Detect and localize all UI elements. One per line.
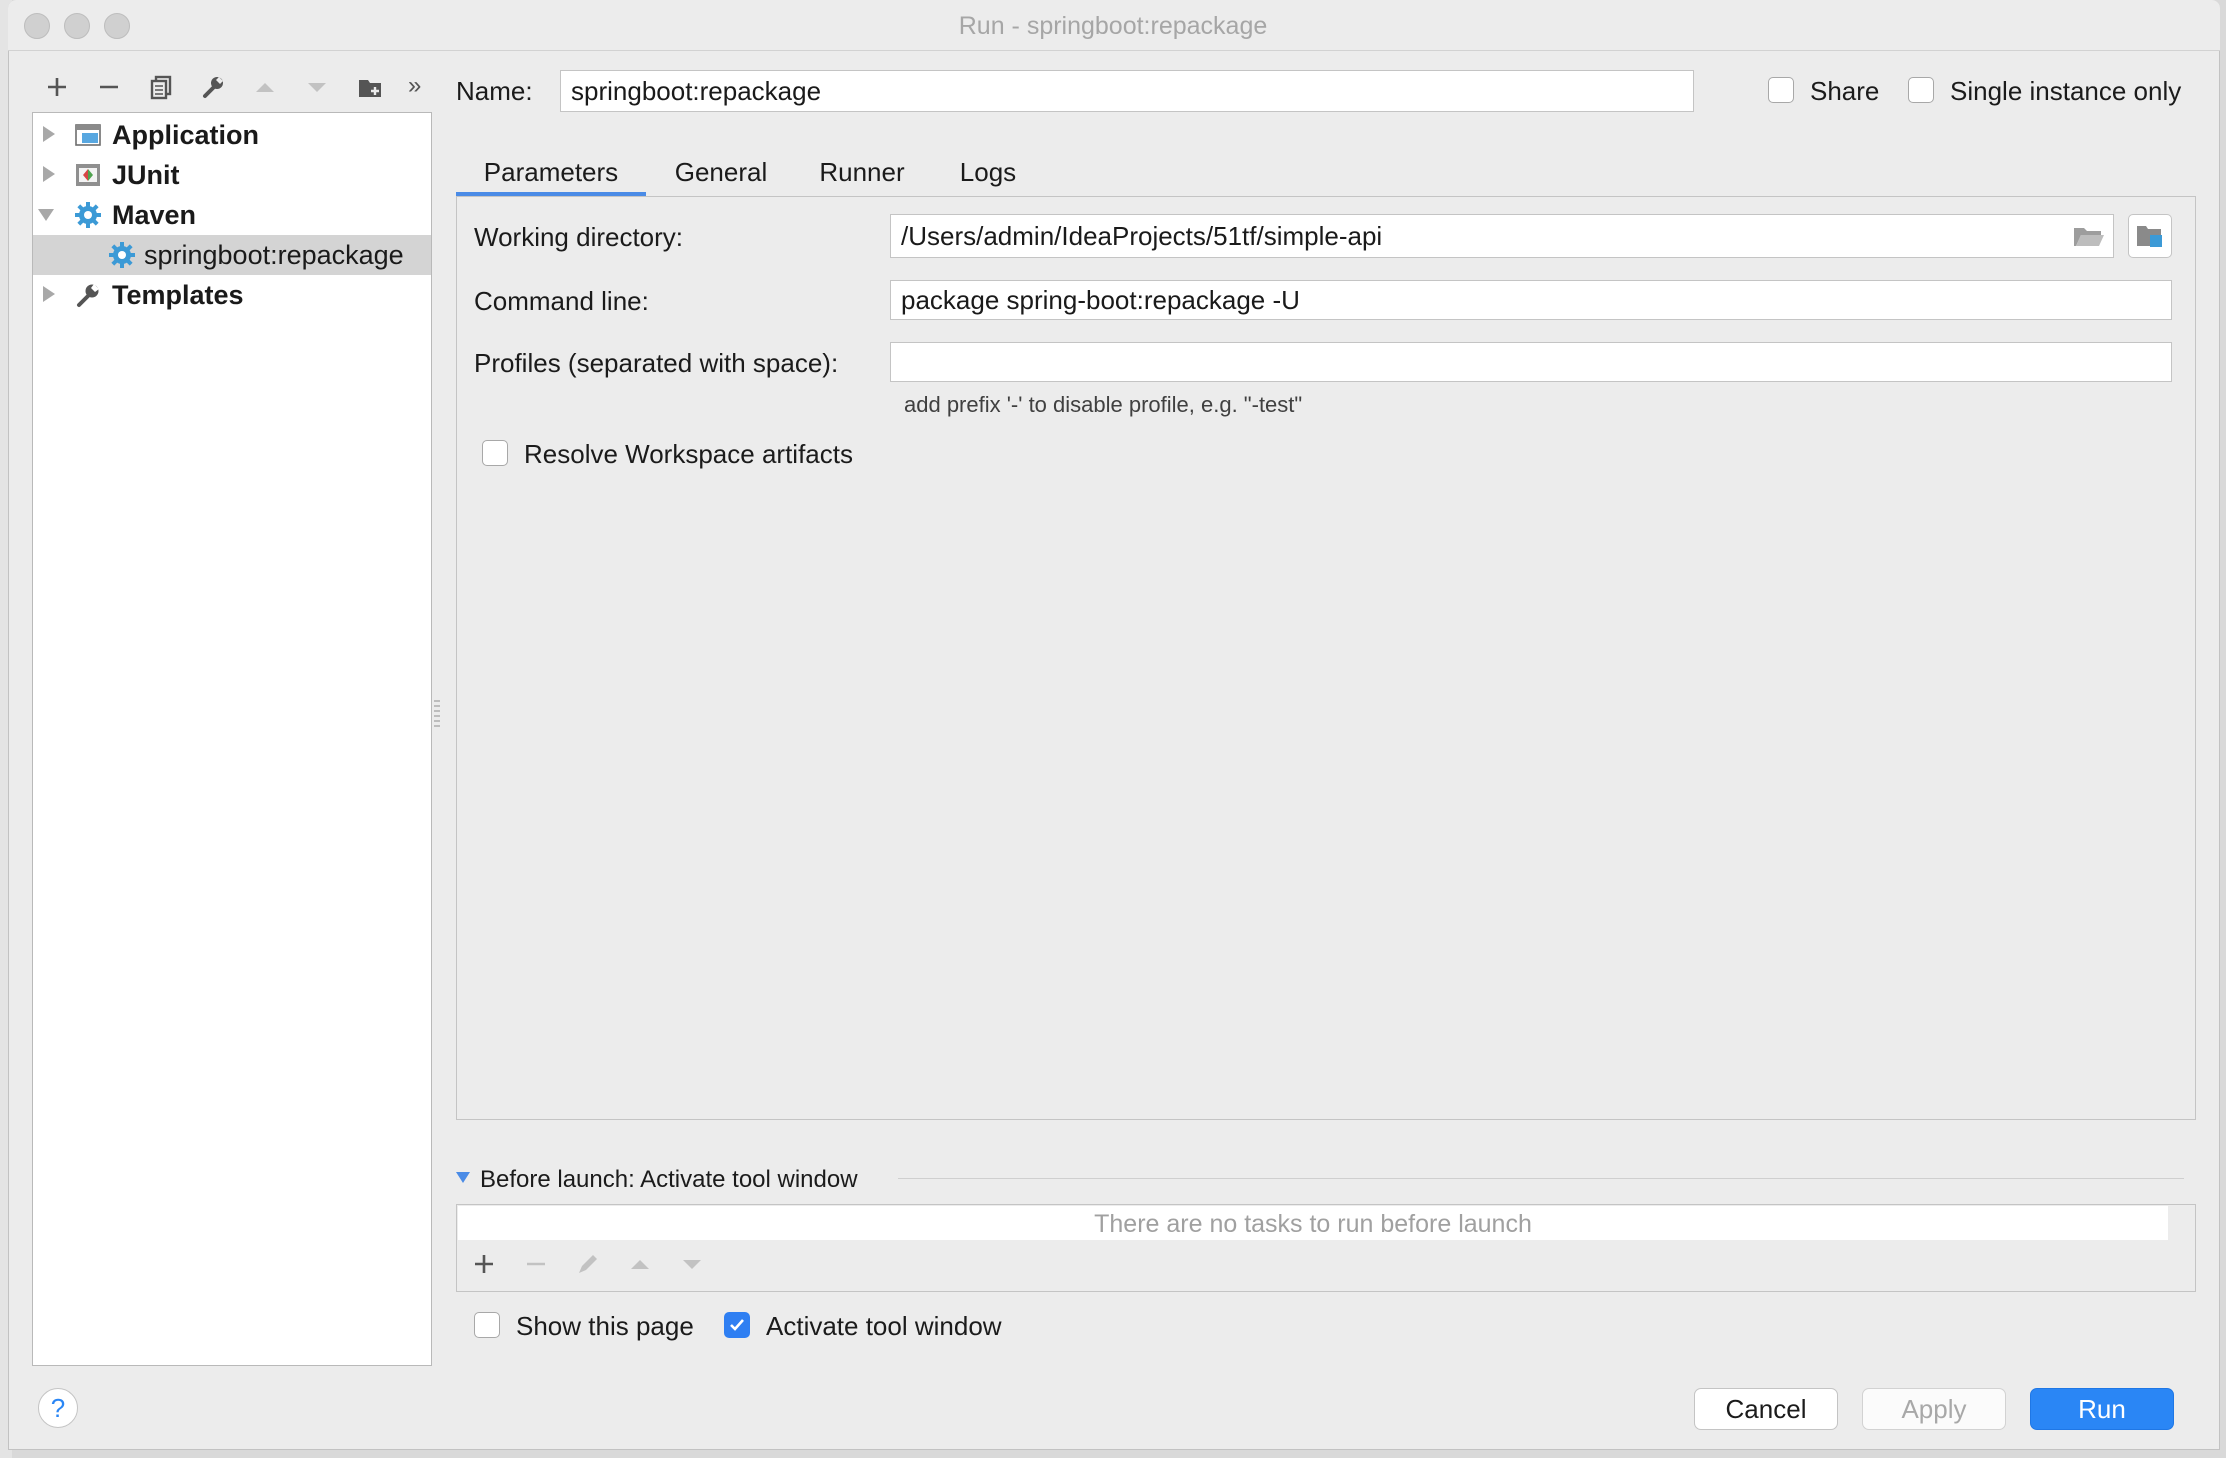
add-icon[interactable] xyxy=(38,68,76,106)
maven-gear-icon xyxy=(73,200,103,230)
folder-open-icon[interactable] xyxy=(2072,222,2106,250)
insert-macro-button[interactable] xyxy=(2128,214,2172,258)
activate-tool-window-label: Activate tool window xyxy=(766,1311,1002,1341)
tree-item-junit[interactable]: JUnit xyxy=(33,155,431,195)
wrench-icon[interactable] xyxy=(194,68,232,106)
profiles-hint: add prefix '-' to disable profile, e.g. … xyxy=(904,392,1303,417)
profiles-label: Profiles (separated with space): xyxy=(474,348,839,378)
move-task-down-icon[interactable] xyxy=(678,1250,706,1278)
working-directory-label: Working directory: xyxy=(474,222,684,252)
command-line-label: Command line: xyxy=(474,286,649,316)
more-icon[interactable]: » xyxy=(408,72,421,100)
tab-general[interactable]: General xyxy=(656,148,786,196)
name-label: Name: xyxy=(456,76,533,106)
run-button[interactable]: Run xyxy=(2030,1388,2174,1430)
folder-macro-icon xyxy=(2137,226,2162,247)
tree-item-springboot-repackage[interactable]: springboot:repackage xyxy=(33,235,431,275)
single-instance-label: Single instance only xyxy=(1950,76,2182,106)
maven-gear-icon xyxy=(107,240,137,270)
folder-add-icon[interactable] xyxy=(352,68,390,106)
move-down-icon[interactable] xyxy=(298,68,336,106)
apply-button[interactable]: Apply xyxy=(1862,1388,2006,1430)
tree-item-maven[interactable]: Maven xyxy=(33,195,431,235)
add-task-icon[interactable] xyxy=(470,1250,498,1278)
splitter-handle[interactable] xyxy=(434,700,440,730)
working-directory-input[interactable]: /Users/admin/IdeaProjects/51tf/simple-ap… xyxy=(890,214,2114,258)
configuration-tree[interactable]: Application JUnit Maven springboot:repac… xyxy=(32,112,432,1366)
tree-item-label: Application xyxy=(112,119,259,150)
expand-arrow-icon[interactable] xyxy=(43,126,55,142)
resolve-workspace-checkbox[interactable] xyxy=(482,440,508,466)
expand-arrow-icon[interactable] xyxy=(43,286,55,302)
window-title: Run - springboot:repackage xyxy=(958,12,1268,40)
before-launch-collapse-icon[interactable] xyxy=(456,1172,470,1183)
remove-icon[interactable] xyxy=(90,68,128,106)
move-up-icon[interactable] xyxy=(246,68,284,106)
tab-logs[interactable]: Logs xyxy=(940,148,1036,196)
checkmark-icon xyxy=(730,1319,744,1331)
single-instance-checkbox[interactable] xyxy=(1908,77,1934,103)
section-divider xyxy=(898,1178,2184,1179)
copy-icon[interactable] xyxy=(142,68,180,106)
tab-parameters[interactable]: Parameters xyxy=(456,148,646,196)
activate-tool-window-checkbox[interactable] xyxy=(724,1312,750,1338)
wrench-icon xyxy=(73,280,103,310)
cancel-button[interactable]: Cancel xyxy=(1694,1388,1838,1430)
name-input[interactable]: springboot:repackage xyxy=(560,70,1694,112)
show-page-checkbox[interactable] xyxy=(474,1312,500,1338)
tree-item-label: JUnit xyxy=(112,159,180,190)
profiles-input[interactable] xyxy=(890,342,2172,382)
before-launch-title: Before launch: Activate tool window xyxy=(480,1166,858,1193)
expand-arrow-icon[interactable] xyxy=(43,166,55,182)
command-line-input[interactable]: package spring-boot:repackage -U xyxy=(890,280,2172,320)
edit-task-icon[interactable] xyxy=(574,1250,602,1278)
tree-item-label: Maven xyxy=(112,199,197,230)
collapse-arrow-icon[interactable] xyxy=(38,209,54,221)
share-label: Share xyxy=(1810,76,1880,106)
tree-item-templates[interactable]: Templates xyxy=(33,275,431,315)
move-task-up-icon[interactable] xyxy=(626,1250,654,1278)
tab-runner[interactable]: Runner xyxy=(800,148,924,196)
tree-item-label: Templates xyxy=(112,279,244,310)
resolve-workspace-label: Resolve Workspace artifacts xyxy=(524,439,853,469)
remove-task-icon[interactable] xyxy=(522,1250,550,1278)
tree-item-application[interactable]: Application xyxy=(33,115,431,155)
empty-tasks-text: There are no tasks to run before launch xyxy=(1094,1210,1532,1238)
show-page-label: Show this page xyxy=(516,1311,694,1341)
help-button[interactable]: ? xyxy=(38,1388,78,1428)
share-checkbox[interactable] xyxy=(1768,77,1794,103)
parameters-panel xyxy=(456,196,2196,1120)
application-icon xyxy=(73,120,103,150)
junit-icon xyxy=(73,160,103,190)
tree-item-label: springboot:repackage xyxy=(144,239,404,270)
